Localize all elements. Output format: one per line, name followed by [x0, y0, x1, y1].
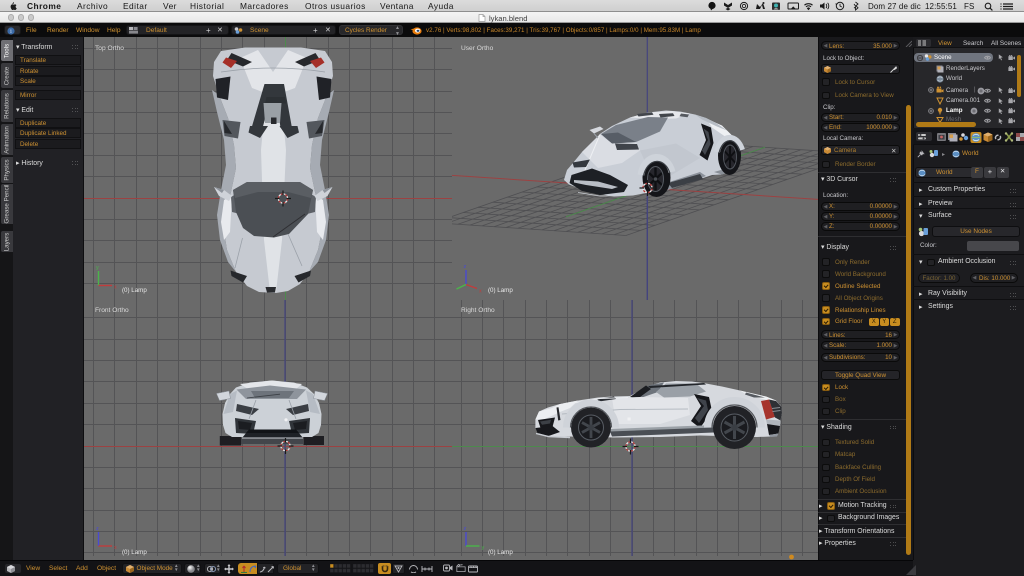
svg-text:y: y: [96, 265, 99, 271]
svg-text:(0) Lamp: (0) Lamp: [488, 549, 513, 556]
svg-text:Top Ortho: Top Ortho: [95, 45, 124, 52]
svg-text:z: z: [464, 526, 467, 532]
svg-text:Right Ortho: Right Ortho: [461, 307, 495, 314]
svg-text:(0) Lamp: (0) Lamp: [488, 287, 513, 294]
svg-text:z: z: [464, 264, 467, 270]
svg-text:User Ortho: User Ortho: [461, 45, 494, 52]
svg-text:x: x: [479, 289, 482, 295]
svg-text:x: x: [114, 545, 117, 551]
svg-text:y: y: [482, 545, 485, 551]
svg-text:(0) Lamp: (0) Lamp: [122, 549, 147, 556]
svg-text:z: z: [96, 526, 99, 532]
svg-text:x: x: [114, 285, 117, 291]
svg-text:(0) Lamp: (0) Lamp: [122, 287, 147, 294]
svg-text:Front Ortho: Front Ortho: [95, 307, 129, 314]
